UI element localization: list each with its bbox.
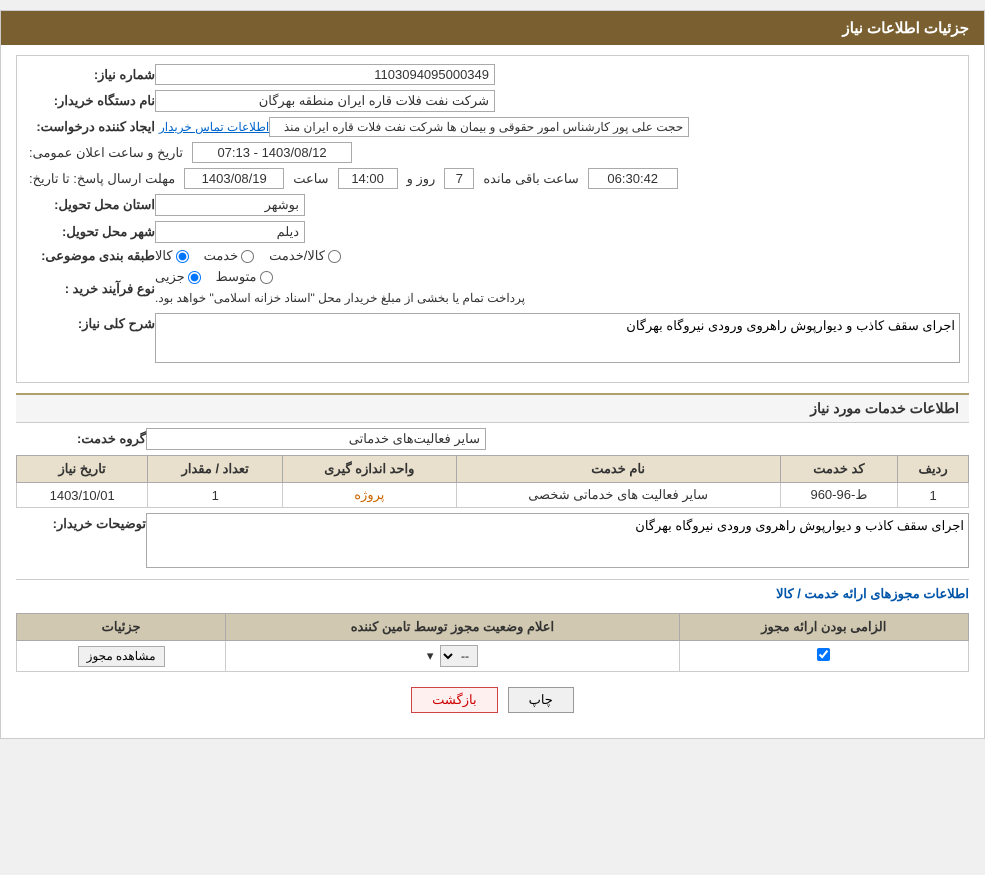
radio-jozi-input[interactable] — [188, 271, 201, 284]
khadamat-section-title: اطلاعات خدمات مورد نیاز — [16, 393, 969, 423]
col-nam: نام خدمت — [456, 456, 780, 483]
shomara-label: شماره نیاز: — [25, 67, 155, 83]
shahr-label: شهر محل تحویل: — [25, 224, 155, 240]
mohlat-roz-label: روز و — [403, 171, 440, 187]
sharh-row: اجرای سقف کاذب و دیوارپوش راهروی ورودی ن… — [25, 313, 960, 366]
ijad-value: حجت علی پور کارشناس امور حقوقی و بیمان ه… — [269, 117, 689, 137]
purchase-note-text: پرداخت تمام یا بخشی از مبلغ خریدار محل "… — [155, 291, 525, 305]
baqi-value: 06:30:42 — [588, 168, 678, 189]
grouh-value: سایر فعالیت‌های خدماتی — [146, 428, 486, 450]
shahr-value: دیلم — [155, 221, 305, 243]
col-tarikh: تاریخ نیاز — [17, 456, 148, 483]
ostan-label: استان محل تحویل: — [25, 197, 155, 213]
tosih-content: اجرای سقف کاذب و دیوارپوش راهروی ورودی ن… — [146, 513, 969, 571]
tosih-textarea[interactable]: اجرای سقف کاذب و دیوارپوش راهروی ورودی ن… — [146, 513, 969, 568]
radio-kala-label: کالا — [155, 248, 173, 264]
page-title: جزئیات اطلاعات نیاز — [843, 20, 970, 37]
radio-jozi: جزیی — [155, 269, 201, 285]
farayand-row: متوسط جزیی پرداخت تمام یا بخشی از مبلغ خ… — [25, 269, 960, 308]
radio-kala-khadamat-label: کالا/خدمت — [269, 248, 325, 264]
licenses-title: اطلاعات مجوزهای ارائه خدمت / کالا — [16, 579, 969, 605]
lic-elzami-checkbox[interactable] — [817, 648, 830, 661]
tosih-row: اجرای سقف کاذب و دیوارپوش راهروی ورودی ن… — [16, 513, 969, 571]
radio-motovaset-input[interactable] — [260, 271, 273, 284]
baqi-label: ساعت باقی مانده — [479, 171, 582, 187]
sharh-content: اجرای سقف کاذب و دیوارپوش راهروی ورودی ن… — [155, 313, 960, 366]
tabaqe-row: کالا/خدمت خدمت کالا طبقه بندی موضوعی: — [25, 248, 960, 264]
back-button[interactable]: بازگشت — [411, 687, 497, 713]
ostan-row: بوشهر استان محل تحویل: — [25, 194, 960, 216]
table-row: 1 ط-96-960 سایر فعالیت های خدماتی شخصی پ… — [17, 483, 969, 508]
cell-nam: سایر فعالیت های خدماتی شخصی — [456, 483, 780, 508]
mohlat-saat-label: ساعت — [289, 171, 332, 187]
grouh-row: سایر فعالیت‌های خدماتی گروه خدمت: — [16, 428, 969, 450]
mohlat-roz-value: 7 — [444, 168, 474, 189]
col-tedad: تعداد / مقدار — [148, 456, 283, 483]
cell-vahed: پروژه — [283, 483, 456, 508]
col-kod: کد خدمت — [780, 456, 897, 483]
ijad-label: ایجاد کننده درخواست: — [25, 119, 155, 135]
mohlat-row: 06:30:42 ساعت باقی مانده 7 روز و 14:00 س… — [25, 168, 960, 189]
radio-motovaset-label: متوسط — [216, 269, 257, 285]
lic-col-joziyat: جزئیات — [17, 614, 226, 641]
lic-elzami-cell — [679, 641, 968, 672]
shomara-row: 1103094095000349 شماره نیاز: — [25, 64, 960, 85]
lic-ealam-cell: -- ▾ — [226, 641, 679, 672]
mohlat-date-value: 1403/08/19 — [184, 168, 284, 189]
tabaqe-label: طبقه بندی موضوعی: — [25, 248, 155, 264]
radio-kala-khadamat: کالا/خدمت — [269, 248, 341, 264]
shahr-row: دیلم شهر محل تحویل: — [25, 221, 960, 243]
tosih-label: توضیحات خریدار: — [16, 513, 146, 532]
announce-date-label: تاریخ و ساعت اعلان عمومی: — [25, 145, 187, 161]
announce-date-row: 1403/08/12 - 07:13 تاریخ و ساعت اعلان عم… — [25, 142, 960, 163]
cell-radif: 1 — [898, 483, 969, 508]
radio-kala-khadamat-input[interactable] — [328, 250, 341, 263]
dastgah-row: شرکت نفت فلات قاره ایران منطقه بهرگان نا… — [25, 90, 960, 112]
lic-ealam-select[interactable]: -- — [440, 645, 478, 667]
tabaqe-radio-group: کالا/خدمت خدمت کالا — [155, 248, 341, 264]
lic-col-ealam: اعلام وضعیت مجوز توسط تامین کننده — [226, 614, 679, 641]
radio-kala: کالا — [155, 248, 189, 264]
radio-khadamat-input[interactable] — [241, 250, 254, 263]
farayand-radio-group: متوسط جزیی — [155, 269, 273, 285]
ijad-link[interactable]: اطلاعات تماس خریدار — [159, 120, 269, 134]
lic-joziyat-cell: مشاهده مجوز — [17, 641, 226, 672]
print-button[interactable]: چاپ — [508, 687, 574, 713]
announce-date-value: 1403/08/12 - 07:13 — [192, 142, 352, 163]
radio-jozi-label: جزیی — [155, 269, 185, 285]
sharh-label: شرح کلی نیاز: — [25, 313, 155, 332]
cell-tarikh: 1403/10/01 — [17, 483, 148, 508]
col-vahed: واحد اندازه گیری — [283, 456, 456, 483]
grouh-label: گروه خدمت: — [16, 431, 146, 447]
cell-tedad: 1 — [148, 483, 283, 508]
main-info-section: 1103094095000349 شماره نیاز: شرکت نفت فل… — [16, 55, 969, 383]
page-wrapper: جزئیات اطلاعات نیاز 1103094095000349 شما… — [0, 10, 985, 739]
ostan-value: بوشهر — [155, 194, 305, 216]
radio-khadamat: خدمت — [204, 248, 255, 264]
cell-kod: ط-96-960 — [780, 483, 897, 508]
license-table: الزامی بودن ارائه مجوز اعلام وضعیت مجوز … — [16, 613, 969, 672]
dastgah-value: شرکت نفت فلات قاره ایران منطقه بهرگان — [155, 90, 495, 112]
sharh-textarea[interactable]: اجرای سقف کاذب و دیوارپوش راهروی ورودی ن… — [155, 313, 960, 363]
radio-khadamat-label: خدمت — [204, 248, 239, 264]
radio-motovaset: متوسط — [216, 269, 273, 285]
view-license-button[interactable]: مشاهده مجوز — [78, 646, 165, 667]
radio-kala-input[interactable] — [176, 250, 189, 263]
ijad-row: حجت علی پور کارشناس امور حقوقی و بیمان ه… — [25, 117, 960, 137]
page-header: جزئیات اطلاعات نیاز — [1, 11, 984, 45]
col-radif: ردیف — [898, 456, 969, 483]
dastgah-label: نام دستگاه خریدار: — [25, 93, 155, 109]
services-table: ردیف کد خدمت نام خدمت واحد اندازه گیری ت… — [16, 455, 969, 508]
shomara-value: 1103094095000349 — [155, 64, 495, 85]
mohlat-saat-value: 14:00 — [338, 168, 398, 189]
farayand-label: نوع فرآیند خرید : — [25, 281, 155, 297]
lic-col-elzami: الزامی بودن ارائه مجوز — [679, 614, 968, 641]
mohlat-label: مهلت ارسال پاسخ: تا تاریخ: — [25, 171, 179, 187]
bottom-buttons: چاپ بازگشت — [16, 687, 969, 713]
license-row: -- ▾ مشاهده مجوز — [17, 641, 969, 672]
content-area: 1103094095000349 شماره نیاز: شرکت نفت فل… — [1, 45, 984, 738]
purchase-note: پرداخت تمام یا بخشی از مبلغ خریدار محل "… — [155, 291, 525, 305]
